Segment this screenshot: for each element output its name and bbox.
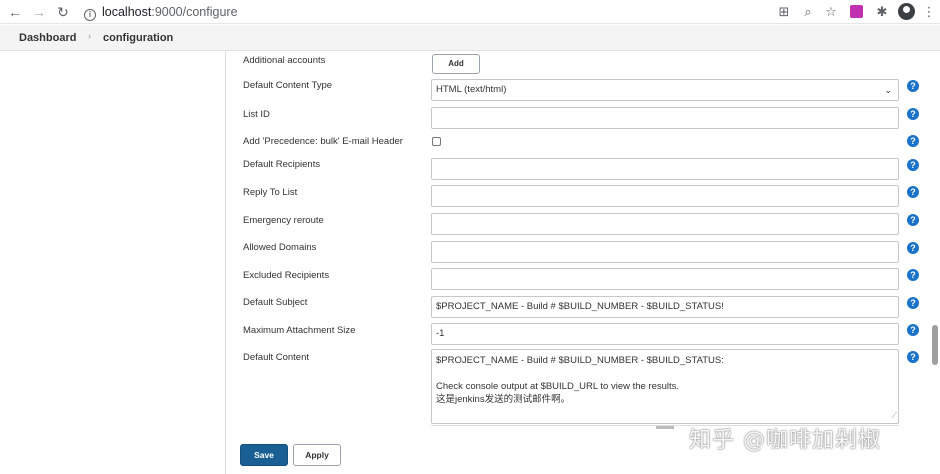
default-content-type-select[interactable]: HTML (text/html) ⌄ — [431, 79, 899, 101]
url-path: :9000/configure — [151, 5, 238, 19]
help-icon[interactable]: ? — [907, 80, 919, 92]
default-subject-label: Default Subject — [243, 297, 308, 308]
forward-arrow-icon[interactable]: → — [30, 3, 48, 21]
back-arrow-icon[interactable]: ← — [6, 3, 24, 21]
bookmark-star-icon[interactable]: ☆ — [822, 3, 840, 21]
extensions-puzzle-icon[interactable]: ✱ — [873, 3, 891, 21]
reply-to-field[interactable] — [431, 185, 899, 207]
help-icon[interactable]: ? — [907, 324, 919, 336]
translate-icon[interactable]: ⊞ — [775, 3, 793, 21]
max-attachment-label: Maximum Attachment Size — [243, 325, 356, 336]
default-content-type-value: HTML (text/html) — [436, 84, 507, 95]
excluded-recipients-field[interactable] — [431, 268, 899, 290]
help-icon[interactable]: ? — [907, 135, 919, 147]
default-subject-field[interactable]: $PROJECT_NAME - Build # $BUILD_NUMBER - … — [431, 296, 899, 318]
content-line: Check console output at $BUILD_URL to vi… — [436, 381, 680, 392]
scrollbar-thumb[interactable] — [932, 325, 938, 365]
extension-icon[interactable] — [850, 5, 863, 18]
apply-button[interactable]: Apply — [293, 444, 341, 466]
precedence-header-label: Add 'Precedence: bulk' E-mail Header — [243, 136, 403, 147]
default-content-label: Default Content — [243, 352, 310, 363]
allowed-domains-label: Allowed Domains — [243, 242, 317, 253]
reload-icon[interactable]: ↻ — [54, 3, 72, 21]
address-bar[interactable]: i localhost:9000/configure — [84, 3, 238, 21]
help-icon[interactable]: ? — [907, 242, 919, 254]
default-recipients-field[interactable] — [431, 158, 899, 180]
side-panel — [0, 51, 226, 474]
menu-kebab-icon[interactable]: ⋮ — [920, 3, 938, 21]
browser-toolbar: ← → ↻ i localhost:9000/configure ⊞ ⌕ ☆ ✱ … — [0, 0, 940, 24]
chevron-down-icon: ⌄ — [884, 85, 892, 95]
page-scrollbar[interactable] — [931, 51, 940, 474]
add-account-button[interactable]: Add — [432, 54, 480, 74]
help-icon[interactable]: ? — [907, 297, 919, 309]
precedence-checkbox[interactable] — [432, 137, 441, 146]
site-info-icon[interactable]: i — [84, 9, 96, 21]
breadcrumb-dashboard[interactable]: Dashboard — [19, 32, 76, 44]
help-icon[interactable]: ? — [907, 108, 919, 120]
url-host: localhost — [102, 5, 152, 19]
content-line: 这是jenkins发送的测试邮件啊。 — [436, 394, 571, 405]
breadcrumb: Dashboard › configuration — [0, 25, 940, 51]
content-line — [436, 367, 894, 380]
allowed-domains-field[interactable] — [431, 241, 899, 263]
excluded-recipients-label: Excluded Recipients — [243, 270, 330, 281]
default-recipients-label: Default Recipients — [243, 159, 321, 170]
default-content-textarea[interactable]: $PROJECT_NAME - Build # $BUILD_NUMBER - … — [431, 349, 899, 424]
resize-grip-icon[interactable]: ⟋ — [891, 409, 897, 422]
save-button[interactable]: Save — [240, 444, 288, 466]
additional-accounts-label: Additional accounts — [243, 55, 326, 66]
emergency-reroute-field[interactable] — [431, 213, 899, 235]
list-id-label: List ID — [243, 109, 270, 120]
breadcrumb-chevron-icon[interactable]: › — [88, 31, 91, 41]
help-icon[interactable]: ? — [907, 269, 919, 281]
default-content-type-label: Default Content Type — [243, 80, 333, 91]
breadcrumb-configuration[interactable]: configuration — [103, 32, 173, 44]
help-icon[interactable]: ? — [907, 351, 919, 363]
emergency-reroute-label: Emergency reroute — [243, 215, 324, 226]
profile-avatar-icon[interactable] — [898, 3, 915, 20]
watermark: 知乎 @咖啡加剁椒 — [689, 428, 881, 453]
reply-to-label: Reply To List — [243, 187, 298, 198]
zoom-icon[interactable]: ⌕ — [799, 3, 817, 21]
help-icon[interactable]: ? — [907, 186, 919, 198]
max-attachment-field[interactable]: -1 — [431, 323, 899, 345]
content-line: $PROJECT_NAME - Build # $BUILD_NUMBER - … — [436, 355, 724, 366]
help-icon[interactable]: ? — [907, 214, 919, 226]
help-icon[interactable]: ? — [907, 159, 919, 171]
list-id-field[interactable] — [431, 107, 899, 129]
